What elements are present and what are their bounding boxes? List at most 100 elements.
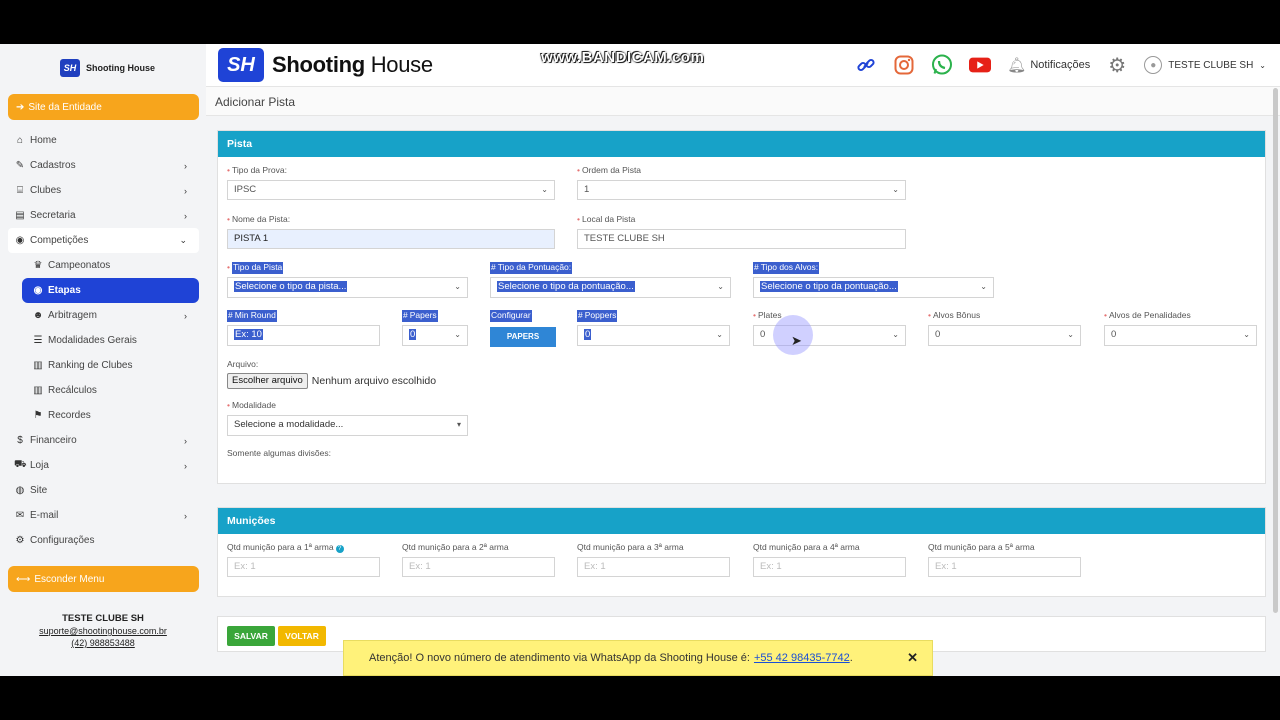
municao-field-5: Qtd munição para a 5ª arma Ex: 1 bbox=[928, 542, 1081, 577]
poppers-field: # Poppers 0 ⌄ bbox=[577, 310, 730, 346]
min-round-input[interactable]: Ex: 10 bbox=[227, 325, 380, 346]
trophy-icon: ♛ bbox=[33, 260, 43, 271]
configurar-label-text: Configurar bbox=[490, 310, 532, 322]
chevron-down-icon: ⌄ bbox=[892, 330, 899, 339]
municao-label: Qtd munição para a 3ª arma bbox=[577, 542, 730, 554]
municao-input[interactable]: Ex: 1 bbox=[227, 557, 380, 577]
nome-input[interactable]: PISTA 1 bbox=[227, 229, 555, 249]
local-label: • Local da Pista bbox=[577, 214, 636, 224]
municao-input[interactable]: Ex: 1 bbox=[402, 557, 555, 577]
chevron-down-icon: ⌄ bbox=[179, 235, 187, 245]
list-icon: ☰ bbox=[33, 335, 43, 346]
site-entidade-button[interactable]: ➔ Site da Entidade bbox=[8, 94, 199, 120]
tipo-pontuacao-field: # Tipo da Pontuação: Selecione o tipo da … bbox=[490, 262, 731, 298]
help-icon[interactable]: ? bbox=[335, 545, 344, 553]
alvos-penalidades-label-text: Alvos de Penalidades bbox=[1108, 310, 1191, 320]
sidebar-item-recordes[interactable]: ⚑ Recordes bbox=[8, 403, 199, 428]
user-menu[interactable]: ● TESTE CLUBE SH ⌄ bbox=[1144, 56, 1266, 74]
municao-label: Qtd munição para a 2ª arma bbox=[402, 542, 555, 554]
poppers-select[interactable]: 0 ⌄ bbox=[577, 325, 730, 346]
alvos-penalidades-select[interactable]: 0 ⌄ bbox=[1104, 325, 1257, 346]
municao-input[interactable]: Ex: 1 bbox=[577, 557, 730, 577]
whatsapp-number-link[interactable]: +55 42 98435-7742 bbox=[754, 652, 850, 664]
hide-menu-button[interactable]: ⟷ Esconder Menu bbox=[8, 566, 199, 592]
sidebar-item-home[interactable]: ⌂ Home bbox=[8, 128, 199, 153]
alvos-bonus-select[interactable]: 0 ⌄ bbox=[928, 325, 1081, 346]
close-icon[interactable]: ✕ bbox=[907, 650, 918, 666]
youtube-icon[interactable] bbox=[969, 54, 992, 76]
alvos-penalidades-field: • Alvos de Penalidades 0 ⌄ bbox=[1104, 310, 1257, 346]
arquivo-picker: Escolher arquivo Nenhum arquivo escolhid… bbox=[227, 373, 436, 389]
sidebar-item-label: Secretaria bbox=[30, 210, 76, 221]
arquivo-field: Arquivo: bbox=[227, 359, 258, 371]
modalidade-select[interactable]: Selecione a modalidade... ▾ bbox=[227, 415, 468, 436]
municao-label: Qtd munição para a 5ª arma bbox=[928, 542, 1081, 554]
header-actions: 🔔︎ Notificações ⚙ ● TESTE CLUBE SH ⌄ bbox=[855, 44, 1280, 86]
instagram-icon[interactable] bbox=[893, 54, 915, 76]
sidebar-item-e-mail[interactable]: ✉ E-mail › bbox=[8, 503, 199, 528]
municao-field-2: Qtd munição para a 2ª arma Ex: 1 bbox=[402, 542, 555, 577]
chevron-down-icon: ▾ bbox=[456, 420, 461, 429]
chevron-down-icon: ⌄ bbox=[454, 282, 461, 291]
municao-label-text: Qtd munição para a 5ª arma bbox=[928, 542, 1035, 552]
sidebar-item-site[interactable]: ◍ Site bbox=[8, 478, 199, 503]
gear-icon[interactable]: ⚙ bbox=[1106, 54, 1128, 77]
modalidade-value: Selecione a modalidade... bbox=[234, 419, 344, 430]
brand-mark: SH bbox=[218, 48, 264, 82]
municao-label-text: Qtd munição para a 3ª arma bbox=[577, 542, 684, 552]
papers-select[interactable]: 0 ⌄ bbox=[402, 325, 468, 346]
sidebar-item-rec-lculos[interactable]: ▥ Recálculos bbox=[8, 378, 199, 403]
chevron-down-icon: ⌄ bbox=[454, 330, 461, 339]
arrow-right-icon: ➔ bbox=[16, 101, 25, 113]
sidebar-item-label: Modalidades Gerais bbox=[48, 335, 137, 346]
papers-label-text: Papers bbox=[408, 310, 438, 322]
sidebar-item-competi-es[interactable]: ◉ Competições ⌄ bbox=[8, 228, 199, 253]
sidebar-item-loja[interactable]: ⛟ Loja › bbox=[8, 453, 199, 478]
tipo-alvos-label: # Tipo dos Alvos: bbox=[753, 262, 820, 274]
notice-period: . bbox=[849, 652, 853, 664]
arrows-icon: ⟷ bbox=[16, 573, 31, 585]
page-title: Adicionar Pista bbox=[206, 86, 1280, 116]
sidebar-item-cadastros[interactable]: ✎ Cadastros › bbox=[8, 153, 199, 178]
sidebar-item-financeiro[interactable]: $ Financeiro › bbox=[8, 428, 199, 453]
tipo-pista-select[interactable]: Selecione o tipo da pista... ⌄ bbox=[227, 277, 468, 298]
municao-input[interactable]: Ex: 1 bbox=[753, 557, 906, 577]
modalidade-label: • Modalidade bbox=[227, 400, 276, 410]
configurar-papers-button[interactable]: PAPERS bbox=[490, 327, 556, 347]
chevron-right-icon: › bbox=[184, 185, 187, 196]
back-button[interactable]: VOLTAR bbox=[278, 626, 326, 646]
page-scrollbar[interactable] bbox=[1273, 88, 1278, 613]
sidebar-item-label: Financeiro bbox=[30, 435, 77, 446]
tipo-pista-value: Selecione o tipo da pista... bbox=[234, 281, 348, 292]
save-button[interactable]: SALVAR bbox=[227, 626, 275, 646]
sidebar-item-configura-es[interactable]: ⚙ Configurações bbox=[8, 528, 199, 553]
chevron-right-icon: › bbox=[184, 310, 187, 321]
edit-icon: ✎ bbox=[15, 160, 25, 171]
sidebar-item-modalidades-gerais[interactable]: ☰ Modalidades Gerais bbox=[8, 328, 199, 353]
tipo-alvos-select[interactable]: Selecione o tipo da pontuação... ⌄ bbox=[753, 277, 994, 298]
local-input[interactable]: TESTE CLUBE SH bbox=[577, 229, 906, 249]
municao-input[interactable]: Ex: 1 bbox=[928, 557, 1081, 577]
notifications-button[interactable]: 🔔︎ Notificações bbox=[1007, 56, 1090, 74]
sidebar-item-secretaria[interactable]: ▤ Secretaria › bbox=[8, 203, 199, 228]
modalidade-label-text: Modalidade bbox=[231, 400, 276, 410]
footer-phone-link[interactable]: (42) 988853488 bbox=[71, 638, 135, 648]
municoes-card: Munições Qtd munição para a 1ª arma? Ex: … bbox=[217, 507, 1266, 597]
sidebar-item-clubes[interactable]: ⌸ Clubes › bbox=[8, 178, 199, 203]
hide-menu-label: Esconder Menu bbox=[34, 573, 105, 585]
tipo-pontuacao-select[interactable]: Selecione o tipo da pontuação... ⌄ bbox=[490, 277, 731, 298]
sidebar-item-arbitragem[interactable]: ☻ Arbitragem › bbox=[8, 303, 199, 328]
modalidade-field: • Modalidade Selecione a modalidade... ▾ bbox=[227, 400, 468, 436]
tipo-prova-select[interactable]: IPSC ⌄ bbox=[227, 180, 555, 200]
whatsapp-icon[interactable] bbox=[931, 54, 953, 76]
footer-email-link[interactable]: suporte@shootinghouse.com.br bbox=[39, 626, 167, 636]
sidebar-item-campeonatos[interactable]: ♛ Campeonatos bbox=[8, 253, 199, 278]
sidebar-item-etapas[interactable]: ◉ Etapas bbox=[22, 278, 199, 303]
link-icon[interactable] bbox=[855, 54, 877, 76]
sidebar-logo[interactable]: SH Shooting House bbox=[60, 59, 155, 77]
brand-logo[interactable]: SH Shooting House bbox=[218, 48, 433, 82]
nome-field: • Nome da Pista: PISTA 1 bbox=[227, 214, 555, 249]
choose-file-button[interactable]: Escolher arquivo bbox=[227, 373, 308, 389]
sidebar-item-ranking-de-clubes[interactable]: ▥ Ranking de Clubes bbox=[8, 353, 199, 378]
ordem-select[interactable]: 1 ⌄ bbox=[577, 180, 906, 200]
